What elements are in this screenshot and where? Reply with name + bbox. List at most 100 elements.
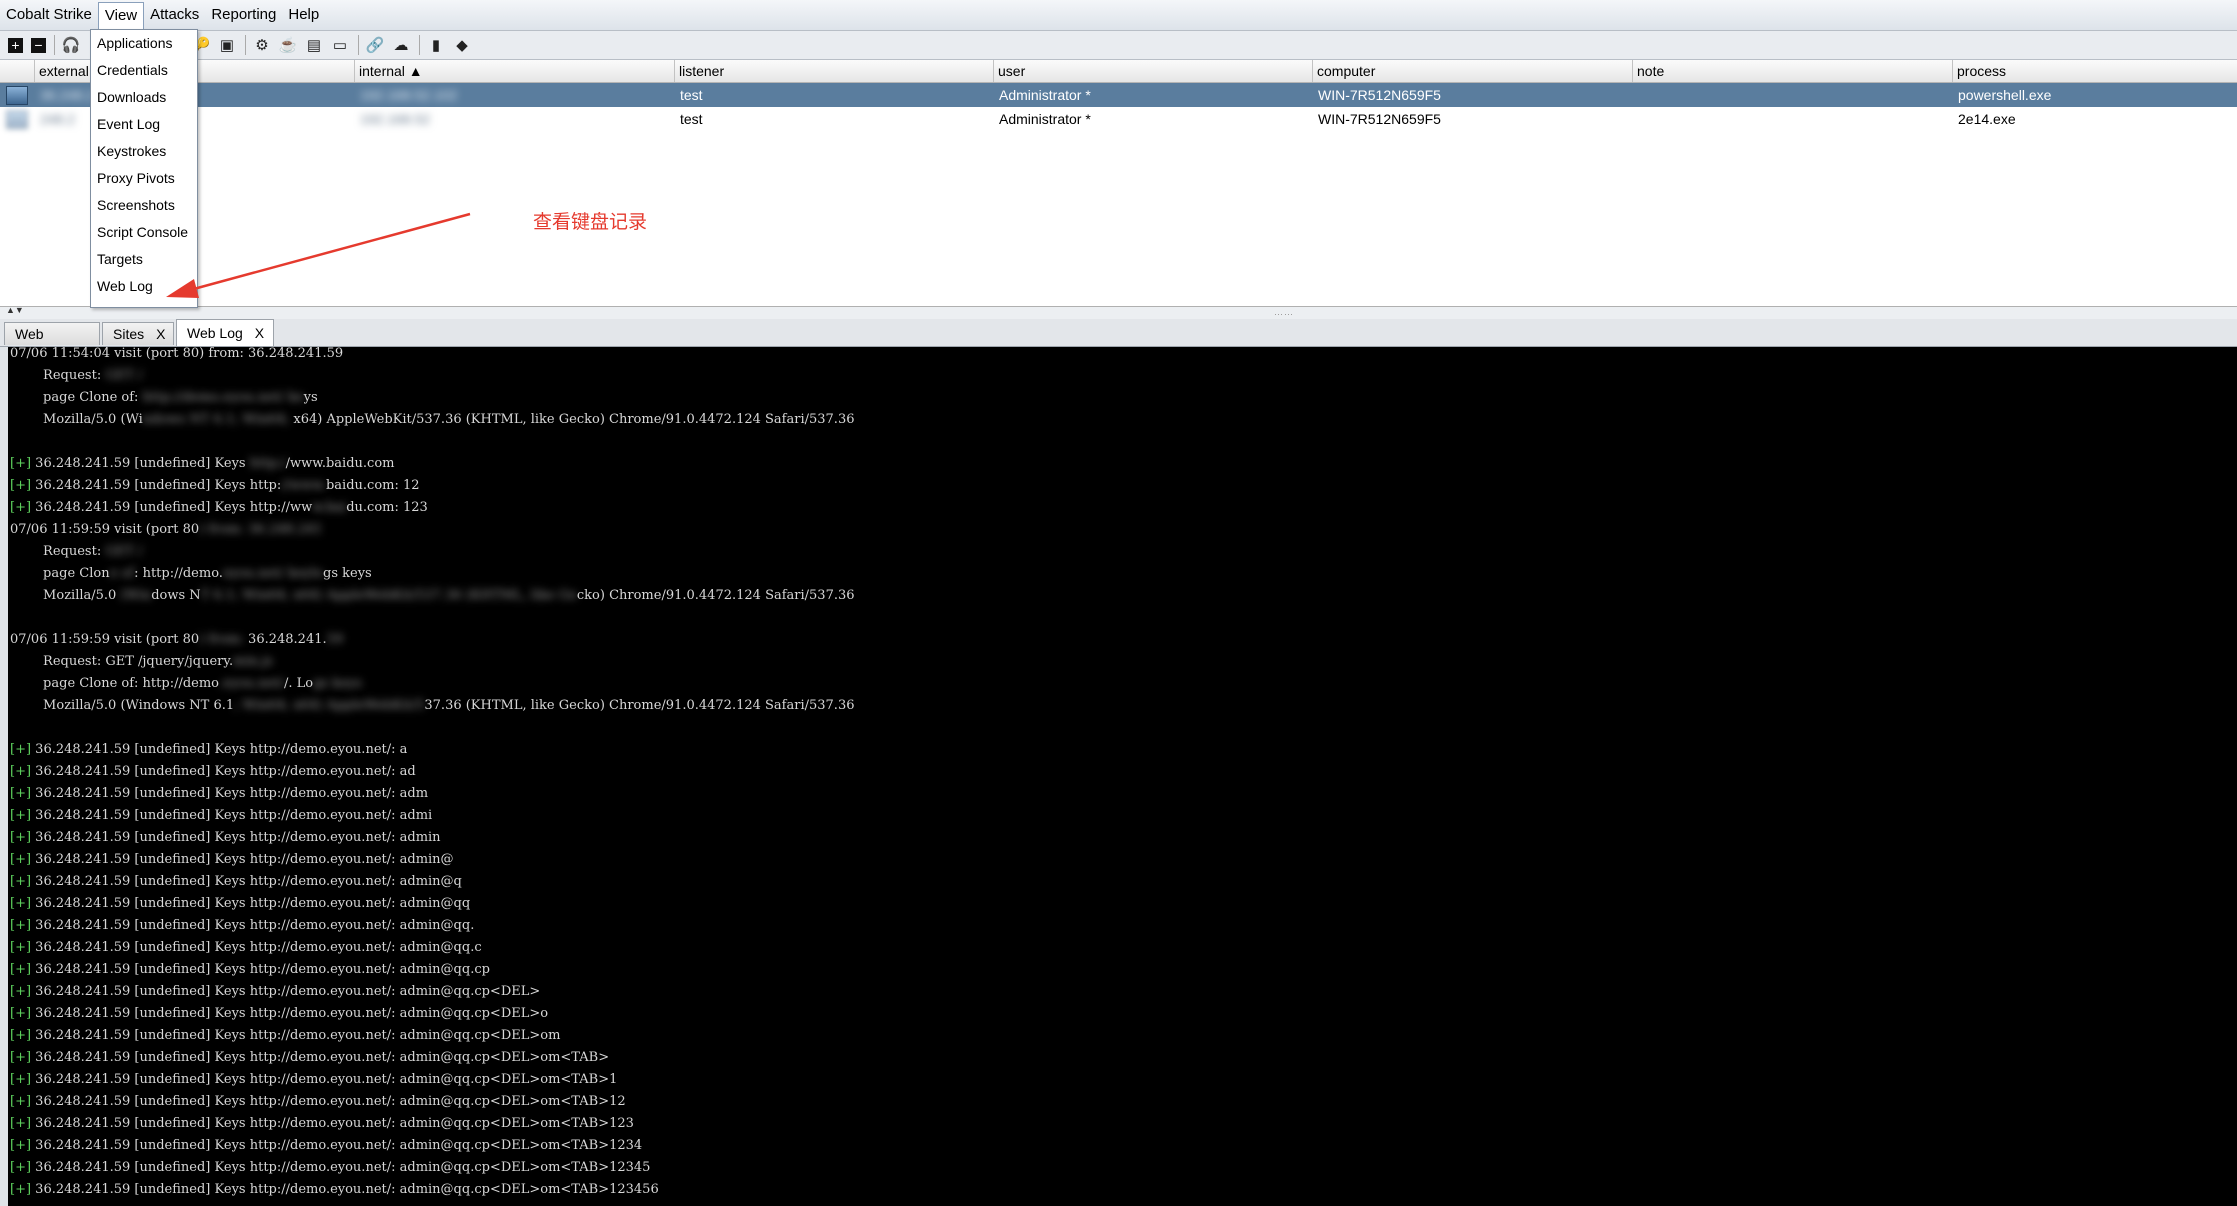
console-prefix: [+] [10,830,32,845]
console-prefix: [+] [10,918,32,933]
col-process[interactable]: process [1952,60,2237,82]
book-icon[interactable]: ▮ [426,35,446,55]
console-text: 36.248.241.59 [undefined] Keys http://de… [31,764,416,779]
cell-computer: WIN-7R512N659F5 [1318,87,1441,103]
cloud-icon[interactable]: ☁ [391,35,411,55]
menu-item-screenshots[interactable]: Screenshots [91,192,197,219]
toolbar-separator [419,35,420,55]
terminal-icon[interactable]: ▭ [330,35,350,55]
console-line: [+] 36.248.241.59 [undefined] Keys http:… [10,739,855,761]
console-line: [+] 36.248.241.59 [undefined] Keys http:… [10,1003,855,1025]
col-listener[interactable]: listener [674,60,993,82]
console-line: [+] 36.248.241.59 [undefined] Keys http:… [10,783,855,805]
console-text: 36.248.241.59 [undefined] Keys http://de… [31,1116,634,1131]
redacted-text: GET / [105,368,143,383]
view-dropdown-menu: Applications Credentials Downloads Event… [90,29,198,308]
menu-item-event-log[interactable]: Event Log [91,111,197,138]
col-internal[interactable]: internal ▲ [354,60,674,82]
headphones-icon[interactable]: 🎧 [61,35,81,55]
console-text: baidu.com: 12 [325,478,420,493]
col-computer[interactable]: computer [1312,60,1632,82]
menu-item-targets[interactable]: Targets [91,246,197,273]
redacted-text: e of [109,566,135,581]
console-prefix: [+] [10,742,32,757]
image-icon[interactable]: ▣ [217,35,237,55]
console-prefix: [+] [10,962,32,977]
link-icon[interactable]: 🔗 [365,35,385,55]
gear-icon[interactable]: ⚙ [252,35,272,55]
table-row[interactable]: 248.2 192.168.52 test Administrator * WI… [0,107,2237,131]
console-line: [+] 36.248.241.59 [undefined] Keys http:… [10,453,855,475]
menu-view[interactable]: View [97,1,145,29]
collapse-arrows-icon[interactable]: ▲▼ [6,305,24,315]
console-text: 36.248.241. [248,632,327,647]
tab-label: Web Log [187,325,243,341]
console-text: Mozilla/5.0 [10,588,121,603]
console-line: Mozilla/5.0 (Windows NT 6.1; Win64; x64)… [10,585,854,607]
toolbar: + − 🎧 ⛓ ⌖ ☰ ⤓ 🔑 ▣ ⚙ ☕ ▤ ▭ 🔗 ☁ ▮ ◆ [0,31,2237,60]
menu-item-script-console[interactable]: Script Console [91,219,197,246]
console-text: 07/06 11:54:04 visit (port 80) from: 36.… [10,347,344,361]
console-line: [+] 36.248.241.59 [undefined] Keys http:… [10,1135,855,1157]
menu-bar: Cobalt Strike View Attacks Reporting Hel… [0,0,2237,31]
col-note[interactable]: note [1632,60,1952,82]
console-text: : http://demo. [134,566,223,581]
redacted-text: http://demo.eyou.net/ ke [142,390,304,405]
console-text: 36.248.241.59 [undefined] Keys http://de… [31,874,462,889]
console-line: 07/06 11:59:59 visit (port 80) from: 36.… [10,519,855,541]
coffee-icon[interactable]: ☕ [278,35,298,55]
document-icon[interactable]: ▤ [304,35,324,55]
console-text: dows N [151,588,201,603]
console-prefix: [+] [10,1006,32,1021]
console-text: 36.248.241.59 [undefined] Keys http://de… [31,1160,651,1175]
col-user[interactable]: user [993,60,1312,82]
console-prefix: [+] [10,1050,32,1065]
menu-item-web-log[interactable]: Web Log [91,273,197,300]
console-text: 36.248.241.59 [undefined] Keys [31,456,250,471]
cell-internal: 192.168.52 [360,111,431,127]
console-line: [+] 36.248.241.59 [undefined] Keys http:… [10,959,855,981]
menu-cobalt-strike[interactable]: Cobalt Strike [0,2,98,28]
console-text: 36.248.241.59 [undefined] Keys http://ww [31,500,313,515]
close-icon[interactable]: X [255,325,264,341]
console-prefix: [+] [10,478,32,493]
web-log-console[interactable]: 07/06 11:54:04 visit (port 80) from: 36.… [0,347,2237,1206]
table-header: external internal ▲ listener user comput… [0,60,2237,83]
tab-sites[interactable]: Sites X [102,322,174,345]
console-line: [+] 36.248.241.59 [undefined] Keys http:… [10,1113,855,1135]
console-line: [+] 36.248.241.59 [undefined] Keys http:… [10,1025,855,1047]
redacted-text: ndows NT 6.1; Win64; [142,412,290,427]
console-text: 36.248.241.59 [undefined] Keys http://de… [31,1028,561,1043]
console-line: [+] 36.248.241.59 [undefined] Keys http:… [10,475,855,497]
console-text: 36.248.241.59 [undefined] Keys http://de… [31,1072,618,1087]
minus-icon[interactable]: − [31,37,46,53]
toolbar-separator [54,35,55,55]
redacted-text: (Win [120,588,152,603]
console-line: [+] 36.248.241.59 [undefined] Keys http:… [10,1047,855,1069]
tab-web-log-1[interactable]: Web LogX [4,322,100,365]
cube-icon[interactable]: ◆ [452,35,472,55]
table-row[interactable]: 36.248.2 192.168.52.102 test Administrat… [0,83,2237,107]
console-line: page Clone of: http://demo.eyou.net/ key… [10,387,855,409]
plus-icon[interactable]: + [8,37,23,53]
console-line: page Clone of: http://demo.eyou.net/ key… [10,563,855,585]
menu-item-credentials[interactable]: Credentials [91,57,197,84]
console-line: [+] 36.248.241.59 [undefined] Keys http:… [10,1091,855,1113]
console-text: 36.248.241.59 [undefined] Keys http://de… [31,830,441,845]
menu-item-downloads[interactable]: Downloads [91,84,197,111]
menu-item-keystrokes[interactable]: Keystrokes [91,138,197,165]
annotation-label: 查看键盘记录 [533,212,648,233]
console-text: 36.248.241.59 [undefined] Keys http://de… [31,1050,610,1065]
menu-reporting[interactable]: Reporting [205,2,282,28]
console-text: 36.248.241.59 [undefined] Keys http://de… [31,1138,643,1153]
menu-item-proxy-pivots[interactable]: Proxy Pivots [91,165,197,192]
menu-attacks[interactable]: Attacks [144,2,205,28]
computer-icon [6,86,28,105]
menu-help[interactable]: Help [282,2,325,28]
close-icon[interactable]: X [156,326,165,342]
menu-item-applications[interactable]: Applications [91,30,197,57]
console-text: Mozilla/5.0 (Windows NT 6.1 [10,698,235,713]
tab-web-log-2[interactable]: Web Log X [176,319,274,346]
redacted-text: //www. [281,478,326,493]
console-text: Request: GET /jquery/jquery. [10,654,234,669]
